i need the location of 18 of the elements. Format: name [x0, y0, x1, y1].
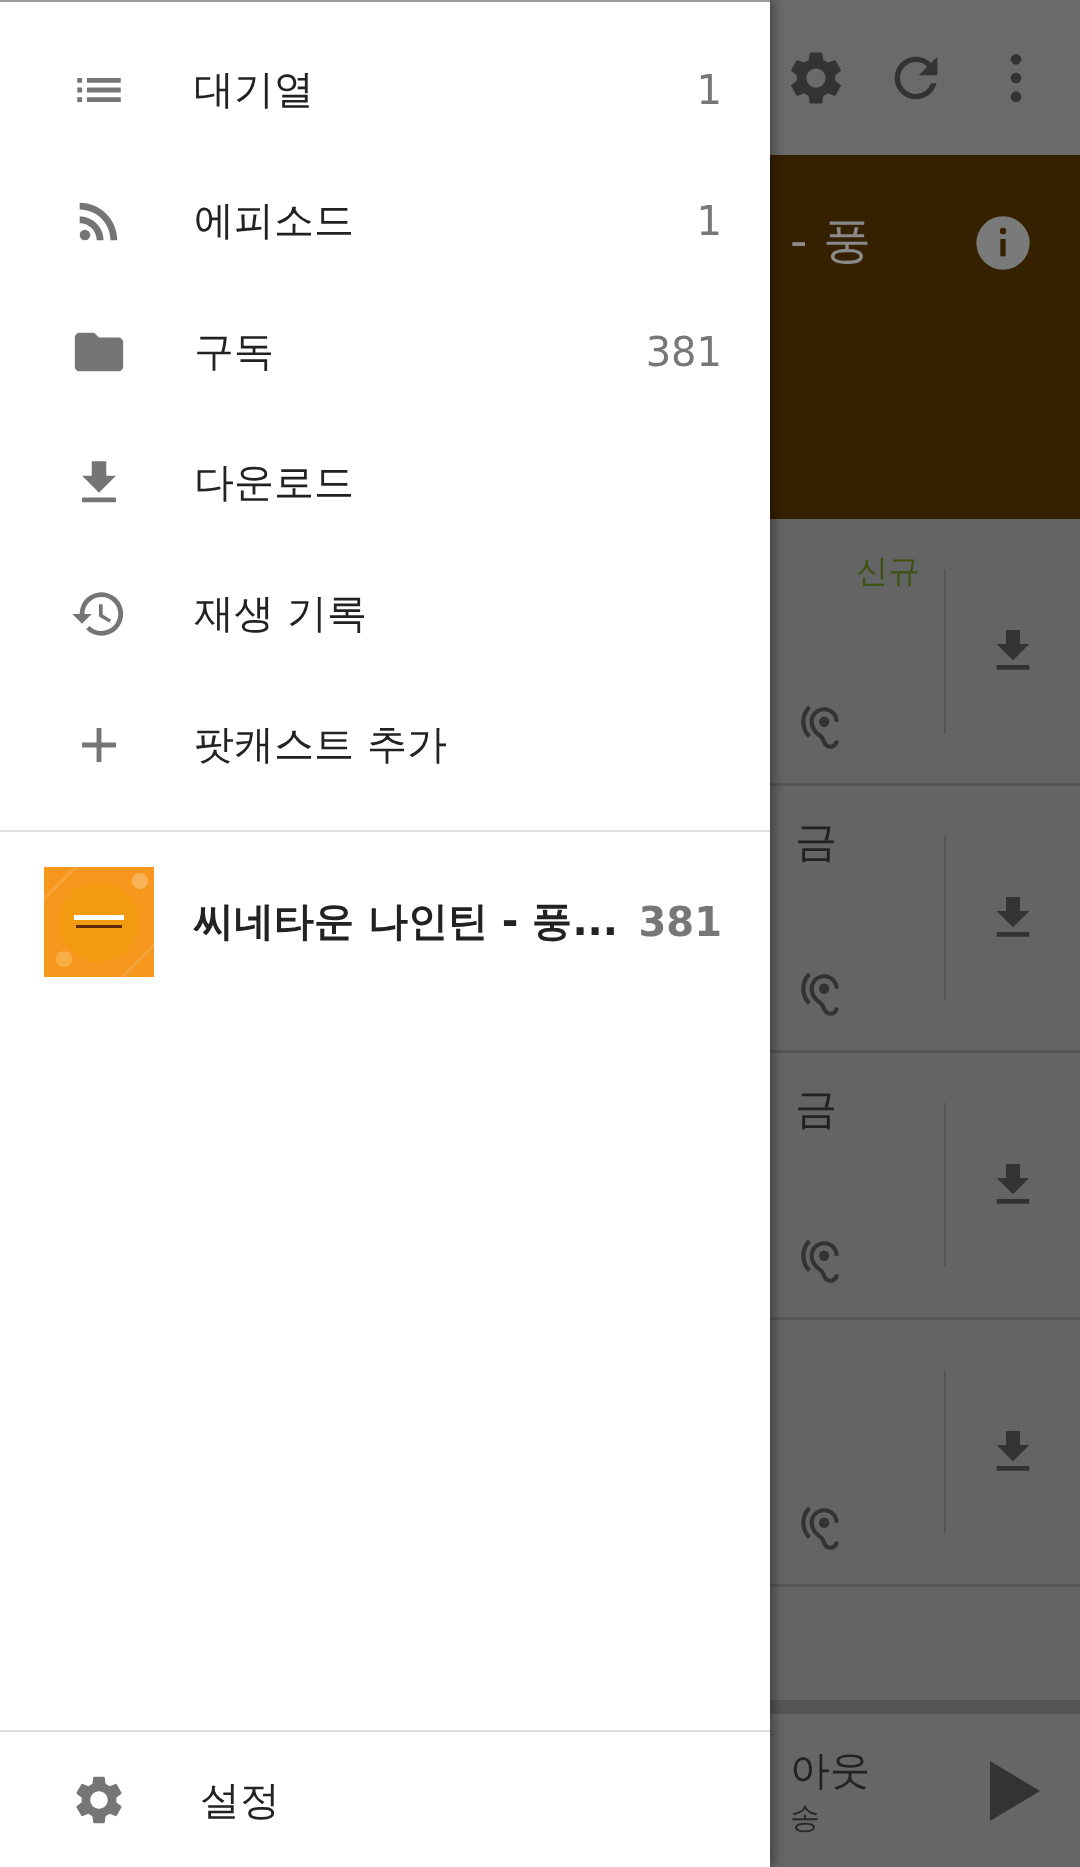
nav-item[interactable]: 다운로드: [0, 417, 770, 548]
nav-item[interactable]: 구독 381: [0, 286, 770, 417]
settings-item[interactable]: 설정: [0, 1733, 770, 1867]
podcast-title: - 풍: [790, 211, 871, 270]
episode-title: 금: [795, 816, 837, 868]
player-title: 아웃: [790, 1745, 870, 1795]
podcast-item[interactable]: 씨네타운 나인틴 - 풍... 381: [0, 856, 770, 987]
nav-item[interactable]: 재생 기록: [0, 548, 770, 679]
item-count: 381: [645, 328, 722, 375]
episode-title: 금: [795, 1083, 837, 1135]
nav-item[interactable]: 대기열 1: [0, 24, 770, 155]
player-subtitle: 송: [790, 1798, 821, 1837]
new-label: 신규: [856, 551, 920, 592]
episode-count: 381: [638, 898, 722, 945]
nav-item[interactable]: 에피소드 1: [0, 155, 770, 286]
nav-item[interactable]: 팟캐스트 추가: [0, 679, 770, 810]
item-count: 1: [696, 66, 722, 113]
item-count: 1: [696, 197, 722, 244]
